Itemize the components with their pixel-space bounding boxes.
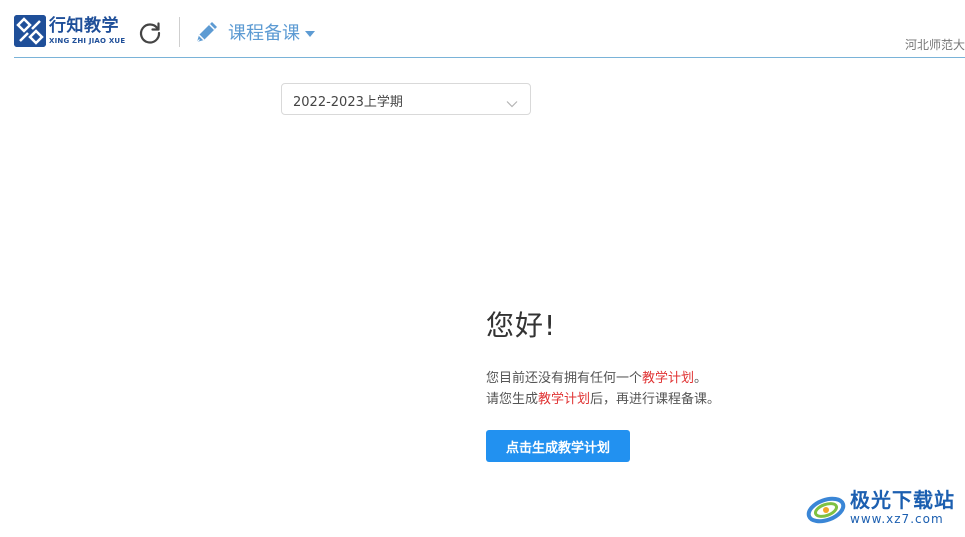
empty-state: 您好! 您目前还没有拥有任何一个教学计划。 请您生成教学计划后，再进行课程备课。… bbox=[486, 306, 786, 462]
message-line-2-prefix: 请您生成 bbox=[486, 392, 539, 407]
term-select[interactable]: 2022-2023上学期 bbox=[281, 83, 531, 115]
pencil-icon bbox=[194, 19, 220, 49]
teaching-plan-highlight: 教学计划 bbox=[642, 371, 695, 386]
watermark-url: www.xz7.com bbox=[850, 512, 944, 526]
chevron-down-icon bbox=[506, 94, 518, 108]
school-name: 河北师范大 bbox=[904, 38, 965, 52]
logo-text: 行知教学 XING ZHI JIAO XUE bbox=[49, 16, 125, 46]
watermark: 极光下载站 www.xz7.com bbox=[805, 486, 955, 528]
teaching-plan-highlight: 教学计划 bbox=[538, 392, 591, 407]
greeting-heading: 您好! bbox=[486, 309, 557, 342]
logo-title: 行知教学 bbox=[49, 16, 119, 36]
message-line-2: 请您生成教学计划后，再进行课程备课。 bbox=[486, 389, 786, 410]
message-line-1-suffix: 。 bbox=[694, 371, 708, 386]
logo-subtitle: XING ZHI JIAO XUE bbox=[49, 37, 126, 45]
message-line-1: 您目前还没有拥有任何一个教学计划。 bbox=[486, 368, 786, 389]
empty-state-message: 您目前还没有拥有任何一个教学计划。 请您生成教学计划后，再进行课程备课。 bbox=[486, 368, 786, 410]
header-underline bbox=[14, 57, 965, 58]
caret-down-icon bbox=[305, 31, 315, 37]
module-dropdown[interactable]: 课程备课 bbox=[194, 19, 315, 49]
generate-teaching-plan-button[interactable]: 点击生成教学计划 bbox=[486, 430, 630, 462]
watermark-logo-icon bbox=[805, 486, 847, 528]
top-header: 行知教学 XING ZHI JIAO XUE 课程备课 河北师范大 bbox=[0, 0, 965, 58]
app: 行知教学 XING ZHI JIAO XUE 课程备课 河北师范大 2022-2… bbox=[0, 0, 965, 537]
message-line-1-prefix: 您目前还没有拥有任何一个 bbox=[486, 371, 643, 386]
brand-logo[interactable]: 行知教学 XING ZHI JIAO XUE bbox=[14, 15, 125, 47]
watermark-text: 极光下载站 www.xz7.com bbox=[850, 488, 955, 526]
module-label: 课程备课 bbox=[228, 23, 300, 44]
watermark-title: 极光下载站 bbox=[850, 488, 955, 512]
term-select-value: 2022-2023上学期 bbox=[293, 95, 403, 110]
message-line-2-suffix: 后，再进行课程备课。 bbox=[590, 392, 721, 407]
refresh-icon[interactable] bbox=[137, 20, 163, 46]
header-divider bbox=[179, 17, 180, 47]
logo-icon bbox=[14, 15, 46, 47]
